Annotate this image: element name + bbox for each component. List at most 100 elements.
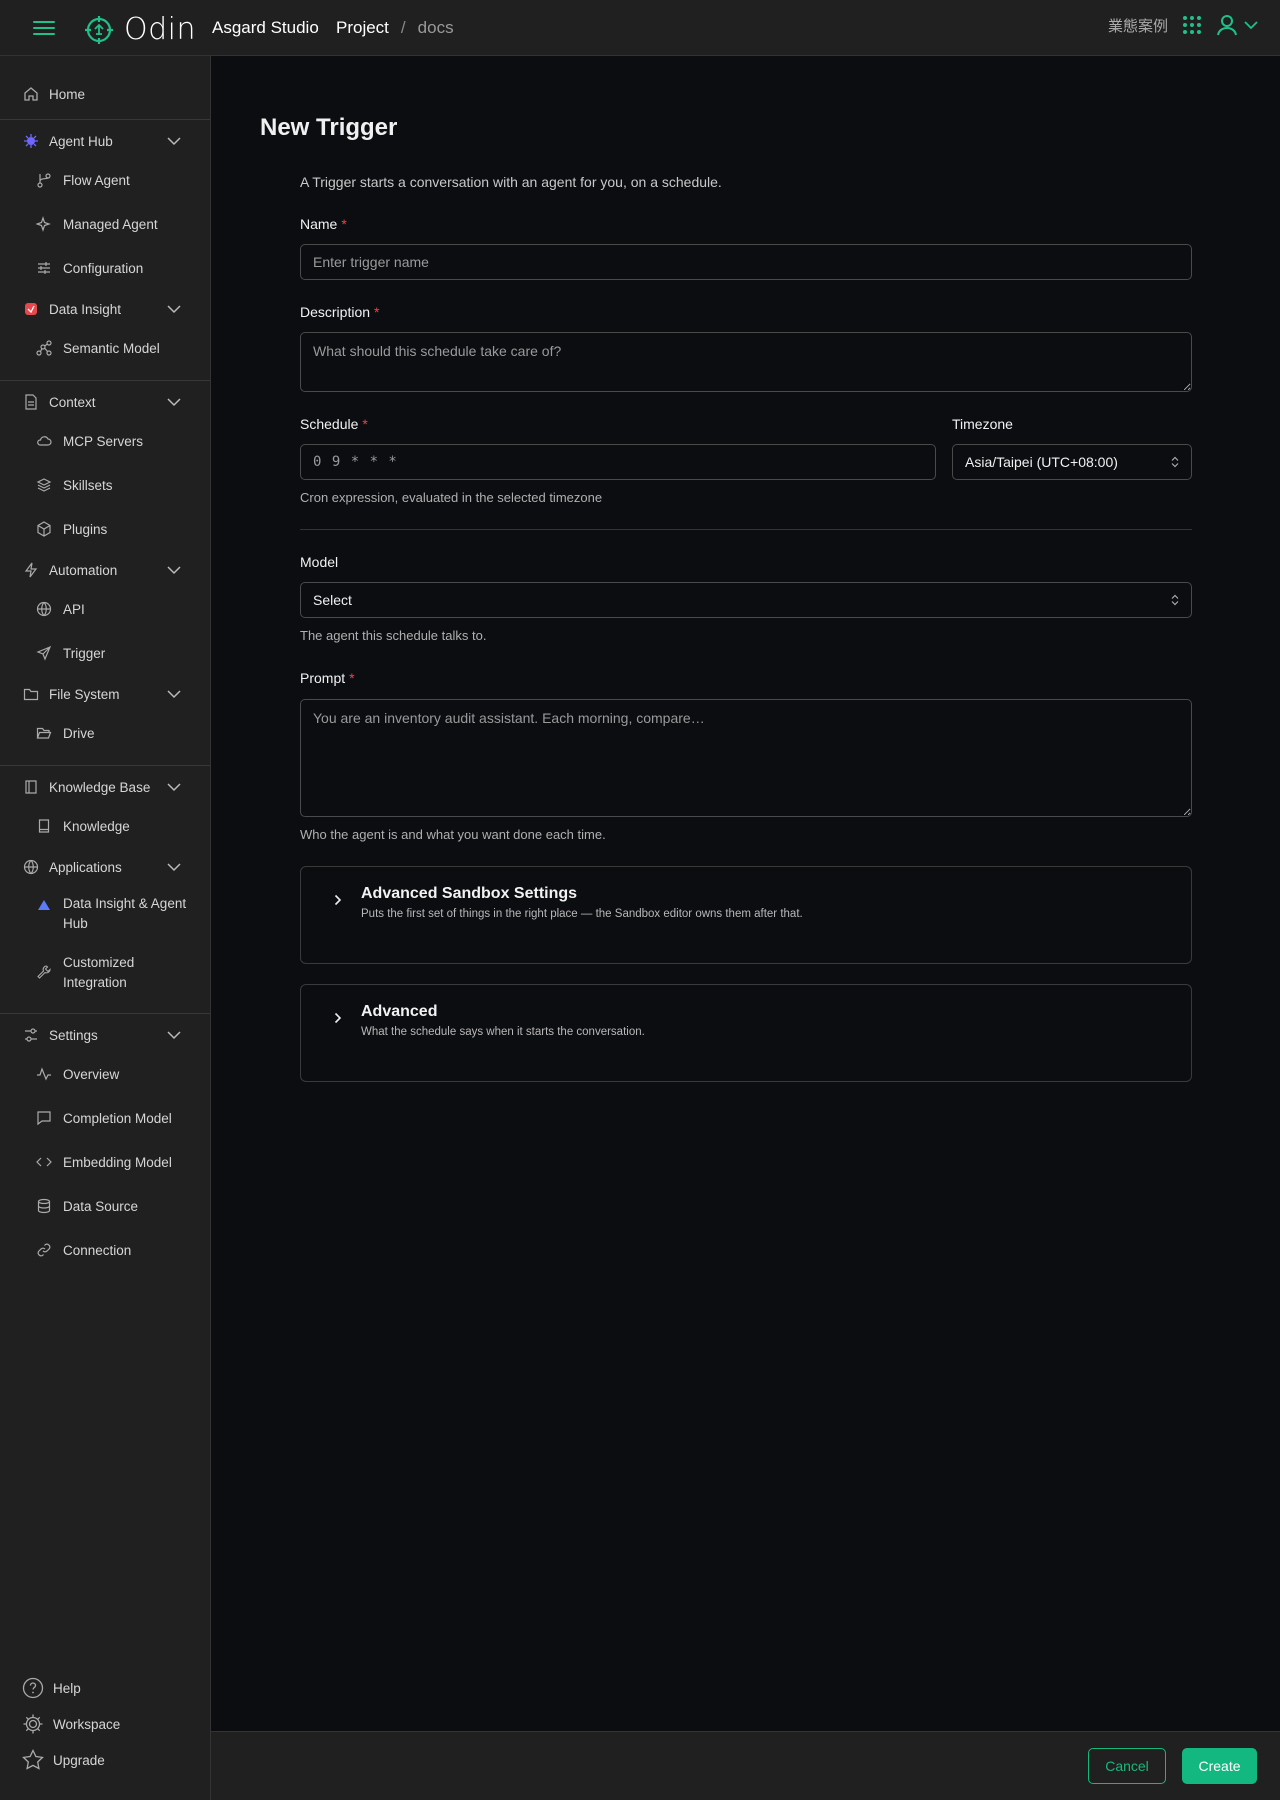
sidebar-item-home[interactable]: Home: [0, 84, 210, 104]
page-title: New Trigger: [260, 114, 398, 141]
section-divider: [300, 529, 1192, 530]
sidebar-item-help[interactable]: Help: [0, 1676, 210, 1700]
sidebar-item-data-insight-agent-hub[interactable]: Data Insight & Agent Hub: [0, 894, 210, 936]
sidebar-item-completion-model[interactable]: Completion Model: [0, 1108, 210, 1128]
app-logo[interactable]: Odin: [84, 12, 196, 47]
chevron-down-icon: [167, 565, 181, 574]
wrench-icon: [35, 963, 53, 981]
sidebar-item-managed-agent[interactable]: Managed Agent: [0, 214, 210, 234]
model-select[interactable]: Select: [300, 582, 1192, 618]
advanced-section[interactable]: Advanced What the schedule says when it …: [300, 984, 1192, 1082]
sidebar-item-label: Context: [49, 394, 96, 410]
document-icon: [22, 393, 40, 411]
name-label: Name *: [300, 216, 347, 232]
user-avatar-icon: [1217, 15, 1237, 36]
description-label: Description *: [300, 304, 379, 320]
sidebar-group-agent-hub[interactable]: Agent Hub: [0, 130, 210, 152]
sidebar-item-configuration[interactable]: Configuration: [0, 258, 210, 278]
home-icon: [22, 85, 40, 103]
top-bar: Odin Asgard Studio Project / docs 業態案例: [0, 0, 1280, 56]
sidebar-item-customized-integration[interactable]: Customized Integration: [0, 953, 210, 995]
sidebar-item-api[interactable]: API: [0, 599, 210, 619]
message-square-icon: [35, 1109, 53, 1127]
sidebar-item-skillsets[interactable]: Skillsets: [0, 475, 210, 495]
timezone-label: Timezone: [952, 416, 1013, 432]
sidebar-item-label: Knowledge: [63, 818, 130, 834]
label-text: Description: [300, 304, 371, 320]
graph-nodes-icon: [35, 339, 53, 357]
sidebar-item-upgrade[interactable]: Upgrade: [0, 1748, 210, 1772]
sidebar-item-flow-agent[interactable]: Flow Agent: [0, 170, 210, 190]
sidebar-group-data-insight[interactable]: Data Insight: [0, 298, 210, 320]
name-input[interactable]: [300, 244, 1192, 280]
sidebar-item-overview[interactable]: Overview: [0, 1064, 210, 1084]
sidebar-item-semantic-model[interactable]: Semantic Model: [0, 338, 210, 358]
section-title: Advanced: [361, 1003, 438, 1020]
cancel-button[interactable]: Cancel: [1088, 1748, 1166, 1784]
chevron-down-icon: [167, 689, 181, 698]
sidebar-item-data-source[interactable]: Data Source: [0, 1196, 210, 1216]
sidebar-item-label: Applications: [49, 859, 122, 875]
branch-icon: [35, 171, 53, 189]
required-asterisk: *: [374, 304, 380, 320]
package-icon: [35, 520, 53, 538]
sidebar-item-label: Data Insight: [49, 301, 122, 317]
apps-grid-icon[interactable]: [1182, 15, 1202, 35]
chevron-down-icon: [167, 136, 181, 145]
advanced-sandbox-settings-section[interactable]: Advanced Sandbox Settings Puts the first…: [300, 866, 1192, 964]
section-title: Advanced Sandbox Settings: [361, 885, 578, 902]
label-text: Name: [300, 216, 338, 232]
sidebar-group-file-system[interactable]: File System: [0, 683, 210, 705]
required-asterisk: *: [341, 216, 347, 232]
activity-icon: [35, 1065, 53, 1083]
sidebar-divider: [0, 1013, 210, 1014]
chevron-down-icon: [1244, 21, 1258, 30]
prompt-label: Prompt *: [300, 670, 355, 686]
sidebar-item-connection[interactable]: Connection: [0, 1240, 210, 1260]
sidebar-item-knowledge[interactable]: Knowledge: [0, 816, 210, 836]
label-text: Prompt: [300, 670, 346, 686]
sidebar-group-automation[interactable]: Automation: [0, 559, 210, 581]
description-textarea[interactable]: [300, 332, 1192, 392]
case-link[interactable]: 業態案例: [1108, 15, 1168, 36]
section-subtitle: Puts the first set of things in the righ…: [361, 908, 803, 920]
org-name[interactable]: Asgard Studio: [212, 18, 319, 38]
lightning-icon: [22, 561, 40, 579]
sidebar-item-label: Flow Agent: [63, 172, 130, 188]
timezone-select[interactable]: Asia/Taipei (UTC+08:00): [952, 444, 1192, 480]
breadcrumb-project[interactable]: Project: [336, 18, 389, 38]
sidebar-group-applications[interactable]: Applications: [0, 856, 210, 878]
sidebar-item-embedding-model[interactable]: Embedding Model: [0, 1152, 210, 1172]
sidebar-item-label: Embedding Model: [63, 1154, 172, 1170]
hamburger-menu-icon[interactable]: [30, 15, 58, 41]
sidebar-item-plugins[interactable]: Plugins: [0, 519, 210, 539]
sidebar-item-trigger[interactable]: Trigger: [0, 643, 210, 663]
sidebar-item-workspace[interactable]: Workspace: [0, 1712, 210, 1736]
sidebar-item-label: Data Source: [63, 1198, 139, 1214]
sidebar-item-label: Knowledge Base: [49, 779, 151, 795]
sidebar-group-context[interactable]: Context: [0, 391, 210, 413]
database-icon: [35, 1197, 53, 1215]
sidebar-item-label: Help: [53, 1680, 81, 1696]
create-button[interactable]: Create: [1182, 1748, 1257, 1784]
chevron-down-icon: [167, 1030, 181, 1039]
schedule-cron-input[interactable]: [300, 444, 936, 480]
data-insight-icon: [22, 300, 40, 318]
user-menu[interactable]: [1216, 14, 1258, 36]
sidebar-item-drive[interactable]: Drive: [0, 723, 210, 743]
folder-icon: [22, 685, 40, 703]
sidebar-item-label: Skillsets: [63, 477, 113, 493]
sidebar-item-label: Upgrade: [53, 1752, 105, 1768]
model-label: Model: [300, 554, 339, 570]
sidebar-group-knowledge-base[interactable]: Knowledge Base: [0, 776, 210, 798]
gear-icon: [22, 1713, 44, 1735]
app-name: Odin: [124, 12, 197, 47]
sidebar-item-label: API: [63, 601, 85, 617]
book-closed-icon: [35, 817, 53, 835]
sidebar-item-mcp-servers[interactable]: MCP Servers: [0, 431, 210, 451]
sidebar: Home Agent Hub Flow Agent Managed Agent …: [0, 56, 211, 1800]
prompt-textarea[interactable]: [300, 699, 1192, 817]
chevron-right-icon: [334, 1012, 342, 1024]
sidebar-group-settings[interactable]: Settings: [0, 1024, 210, 1046]
sidebar-item-label: Automation: [49, 562, 118, 578]
